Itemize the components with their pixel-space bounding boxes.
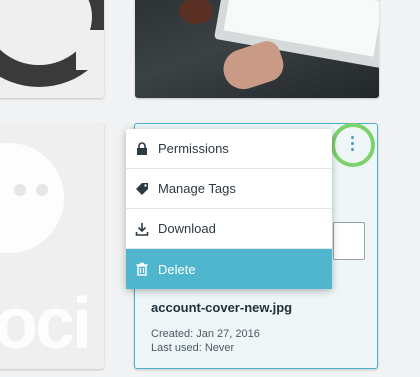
menu-item-label: Download [158, 221, 216, 236]
menu-item-download[interactable]: Download [126, 209, 332, 249]
download-icon [126, 222, 158, 236]
last-used: Last used: Never [151, 342, 235, 354]
menu-item-label: Permissions [158, 141, 229, 156]
brand-wordmark-image: oci [0, 284, 92, 364]
photo-hand [218, 37, 288, 95]
logo-gap [76, 30, 104, 70]
photo-thumbnail [135, 0, 379, 98]
asset-card-chat-logo[interactable]: oci [0, 123, 104, 369]
menu-item-delete[interactable]: Delete [126, 249, 332, 289]
created-date: Created: Jan 27, 2016 [151, 328, 260, 340]
preview-button[interactable] [333, 222, 365, 260]
menu-item-permissions[interactable]: Permissions [126, 129, 332, 169]
context-menu: Permissions Manage Tags Download Delete [126, 129, 332, 289]
menu-item-label: Delete [158, 261, 196, 277]
photo-cup [179, 0, 213, 24]
file-name: account-cover-new.jpg [151, 300, 293, 315]
asset-card-logo[interactable] [0, 0, 104, 98]
menu-item-manage-tags[interactable]: Manage Tags [126, 169, 332, 209]
asset-card-photo[interactable] [135, 0, 379, 98]
chat-dots [14, 183, 58, 201]
trash-icon [126, 262, 158, 276]
menu-item-label: Manage Tags [158, 181, 236, 196]
lock-icon [126, 141, 158, 156]
more-options-icon[interactable] [350, 136, 356, 154]
tag-icon [126, 182, 158, 196]
